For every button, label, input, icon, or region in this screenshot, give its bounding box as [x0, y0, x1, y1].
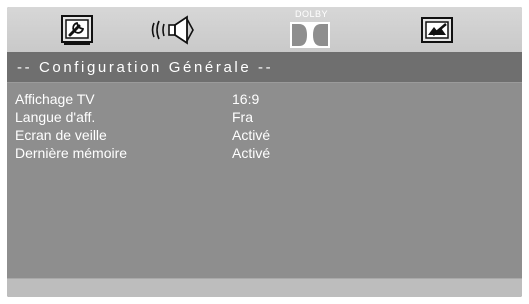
page-header: -- Configuration Générale --: [7, 54, 522, 83]
setting-label: Langue d'aff.: [15, 109, 96, 125]
dolby-double-d-icon: [290, 22, 330, 48]
video-setup-icon: [421, 17, 453, 43]
tab-audio-setup[interactable]: [151, 13, 201, 47]
settings-list: Affichage TV 16:9 Langue d'aff. Fra Ecra…: [7, 91, 522, 163]
setup-tab-bar: DOLBY: [7, 7, 522, 54]
tab-video-setup[interactable]: [419, 13, 455, 47]
setting-row-tv-display[interactable]: Affichage TV 16:9: [7, 91, 522, 109]
system-setup-icon: [61, 15, 93, 45]
setting-row-screensaver[interactable]: Ecran de veille Activé: [7, 127, 522, 145]
tab-system-setup[interactable]: [59, 13, 95, 47]
tab-dolby-setup[interactable]: DOLBY: [289, 9, 331, 49]
setting-label: Affichage TV: [15, 91, 95, 107]
speaker-audio-icon: [151, 15, 194, 45]
help-footer-bar: [7, 278, 522, 297]
setting-value[interactable]: 16:9: [232, 91, 259, 107]
setting-row-language[interactable]: Langue d'aff. Fra: [7, 109, 522, 127]
setting-label: Dernière mémoire: [15, 145, 128, 161]
setting-value[interactable]: Activé: [232, 127, 270, 143]
setting-row-last-memory[interactable]: Dernière mémoire Activé: [7, 145, 522, 163]
setting-value[interactable]: Fra: [232, 109, 253, 125]
dolby-label: DOLBY: [295, 9, 329, 19]
page-title: -- Configuration Générale --: [17, 59, 274, 76]
setting-value[interactable]: Activé: [232, 145, 270, 161]
setting-label: Ecran de veille: [15, 127, 107, 143]
setup-menu-screen: DOLBY -- Configuration Générale -- Affic…: [7, 7, 522, 297]
